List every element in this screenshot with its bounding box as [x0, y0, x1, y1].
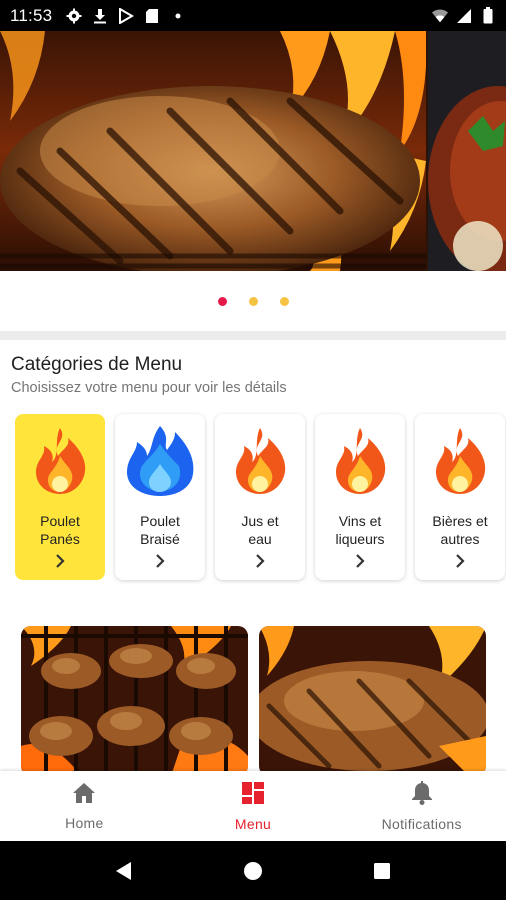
category-label: Poulet Braisé — [140, 513, 180, 547]
battery-icon — [480, 7, 496, 24]
carousel-indicators — [0, 271, 506, 331]
wifi-icon — [432, 8, 448, 24]
signal-icon — [456, 8, 472, 24]
nav-notifications-label: Notifications — [381, 815, 462, 832]
carousel-dot-1[interactable] — [217, 296, 227, 306]
featured-tiles — [21, 626, 486, 776]
category-card-vins-et-liqueurs[interactable]: Vins et liqueurs — [315, 414, 405, 580]
bottom-navigation: Home Menu Notifications — [0, 771, 506, 841]
status-icons-left — [66, 7, 186, 24]
carousel-dot-3[interactable] — [279, 296, 289, 306]
carousel-slide-braised-chicken[interactable] — [428, 31, 506, 271]
fire-blue-icon — [123, 424, 197, 498]
bell-icon — [411, 780, 433, 810]
status-time: 11:53 — [10, 5, 53, 25]
menu-grid-icon — [241, 781, 265, 810]
promo-carousel[interactable] — [0, 31, 506, 271]
nav-menu-label: Menu — [234, 815, 272, 832]
category-label: Bières et autres — [432, 513, 488, 547]
home-icon — [72, 782, 96, 809]
chevron-right-icon — [153, 554, 167, 568]
nav-menu[interactable]: Menu — [169, 771, 338, 841]
nav-home[interactable]: Home — [0, 771, 169, 841]
tile-grilled-chicken[interactable] — [259, 626, 486, 776]
chevron-right-icon — [53, 554, 67, 568]
back-icon[interactable] — [109, 856, 139, 886]
download-icon — [92, 8, 108, 24]
carousel-slide-grilled-chicken[interactable] — [0, 31, 427, 271]
category-label: Vins et liqueurs — [335, 513, 385, 547]
category-card-poulet-panes[interactable]: Poulet Panés — [15, 414, 105, 580]
section-title: Catégories de Menu — [11, 354, 183, 375]
category-label: Jus et eau — [241, 513, 279, 547]
section-divider — [0, 331, 506, 340]
carousel-dot-2[interactable] — [248, 296, 258, 306]
system-navigation-bar — [0, 841, 506, 900]
dot-icon — [170, 8, 186, 24]
settings-icon — [66, 8, 82, 24]
fire-orange-icon — [323, 424, 397, 498]
play-store-icon — [118, 7, 135, 24]
status-icons-right — [432, 7, 496, 24]
nav-notifications[interactable]: Notifications — [337, 771, 506, 841]
chevron-right-icon — [253, 554, 267, 568]
category-card-poulet-braise[interactable]: Poulet Braisé — [115, 414, 205, 580]
fire-orange-icon — [223, 424, 297, 498]
fire-orange-icon — [23, 424, 97, 498]
fire-orange-icon — [423, 424, 497, 498]
recents-icon[interactable] — [367, 856, 397, 886]
chevron-right-icon — [453, 554, 467, 568]
category-label: Poulet Panés — [40, 513, 80, 547]
category-card-bieres-et-autres[interactable]: Bières et autres — [415, 414, 505, 580]
status-bar: 11:53 — [0, 0, 506, 31]
section-subtitle: Choisissez votre menu pour voir les déta… — [11, 380, 287, 396]
home-circle-icon[interactable] — [238, 856, 268, 886]
nav-home-label: Home — [65, 814, 104, 831]
sd-card-icon — [144, 8, 160, 24]
tile-grilled-drumsticks[interactable] — [21, 626, 248, 776]
category-list: Poulet Panés Poulet Braisé Jus et eau Vi… — [15, 414, 505, 580]
chevron-right-icon — [353, 554, 367, 568]
category-card-jus-et-eau[interactable]: Jus et eau — [215, 414, 305, 580]
